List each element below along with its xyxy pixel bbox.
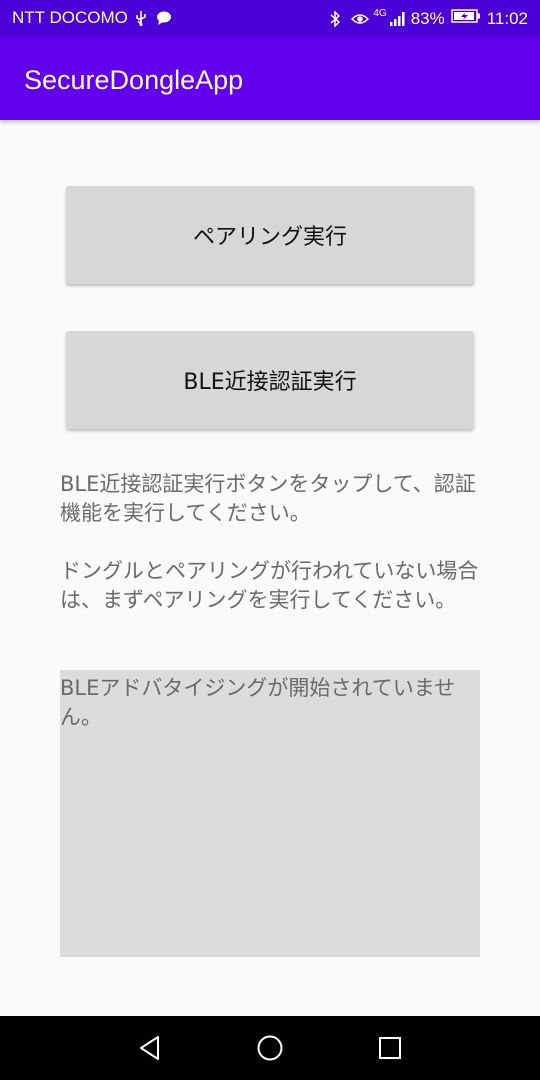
status-message: BLEアドバタイジングが開始されていません。 — [60, 676, 456, 729]
app-bar: SecureDongleApp — [0, 36, 540, 120]
eye-icon — [351, 11, 370, 27]
usb-icon — [134, 10, 150, 26]
status-bar: NTT DOCOMO 4G 83% 11:02 — [0, 0, 540, 36]
bluetooth-icon — [329, 9, 345, 28]
instruction-auth: BLE近接認証実行ボタンをタップして、認証機能を実行してください。 — [60, 472, 476, 525]
instructions-text: BLE近接認証実行ボタンをタップして、認証機能を実行してください。 ドングルとペ… — [60, 470, 480, 644]
network-type: 4G — [373, 8, 387, 19]
home-icon[interactable] — [240, 1028, 300, 1068]
app-title: SecureDongleApp — [24, 65, 244, 95]
status-bar-left: NTT DOCOMO — [12, 8, 172, 28]
back-icon[interactable] — [120, 1028, 180, 1068]
carrier-name: NTT DOCOMO — [12, 8, 128, 27]
pairing-button[interactable]: ペアリング実行 — [66, 186, 474, 284]
instruction-pairing: ドングルとペアリングが行われていない場合は、まずペアリングを実行してください。 — [60, 559, 479, 612]
battery-percent: 83% — [410, 8, 445, 28]
ble-auth-button[interactable]: BLE近接認証実行 — [66, 331, 474, 429]
status-bar-right: 4G 83% 11:02 — [329, 8, 528, 29]
battery-icon — [450, 8, 481, 29]
status-message-box: BLEアドバタイジングが開始されていません。 — [60, 670, 480, 957]
navigation-bar — [0, 1016, 540, 1080]
clock: 11:02 — [486, 8, 528, 28]
message-icon — [156, 10, 172, 26]
recent-apps-icon[interactable] — [360, 1028, 420, 1068]
signal-icon — [389, 11, 405, 27]
